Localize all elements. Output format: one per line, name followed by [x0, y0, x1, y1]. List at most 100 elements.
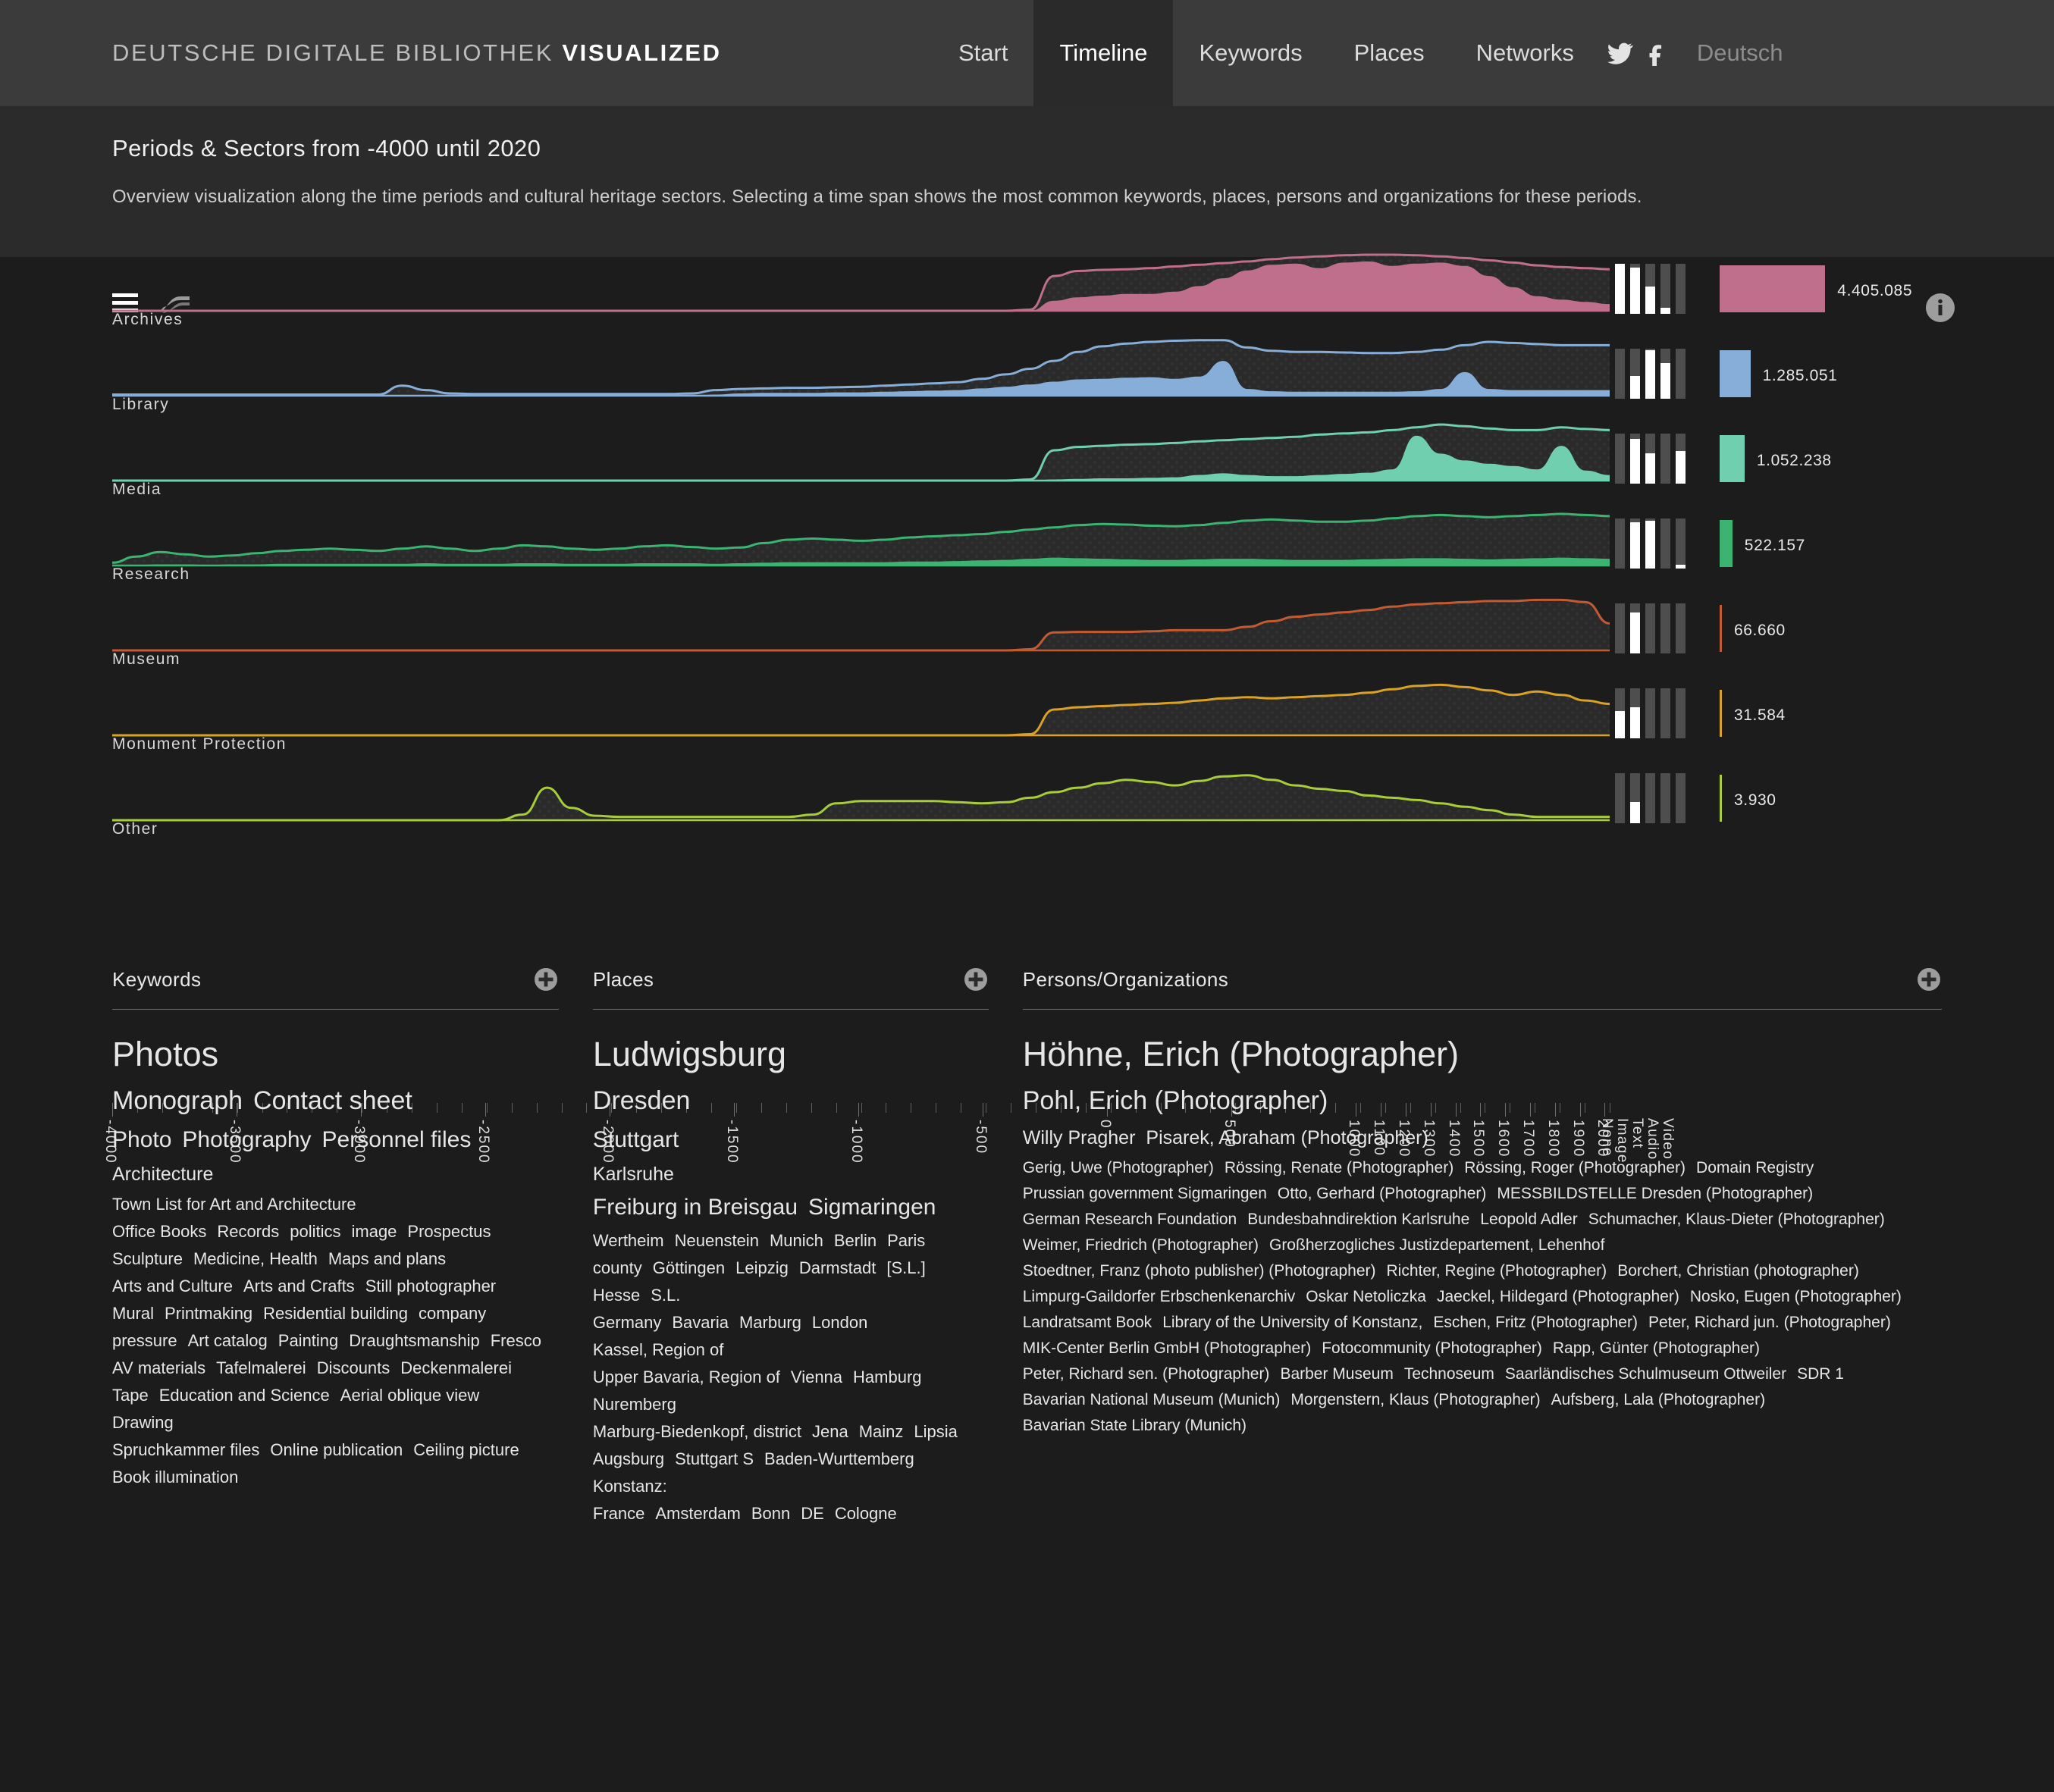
- tag-item[interactable]: S.L.: [651, 1287, 680, 1304]
- tag-item[interactable]: Art catalog: [188, 1333, 268, 1349]
- tag-item[interactable]: company: [419, 1305, 486, 1322]
- tag-item[interactable]: Book illumination: [112, 1469, 238, 1486]
- media-type-bar-image[interactable]: [1630, 434, 1640, 484]
- tag-item[interactable]: Bundesbahndirektion Karlsruhe: [1247, 1211, 1469, 1227]
- tag-item[interactable]: Deckenmalerei: [400, 1360, 512, 1377]
- tag-item[interactable]: Contact sheet: [253, 1088, 412, 1114]
- tag-item[interactable]: Baden-Wurttemberg: [764, 1451, 914, 1468]
- media-type-bar-image[interactable]: [1630, 688, 1640, 738]
- media-type-bar-video[interactable]: [1676, 603, 1686, 653]
- chart-series-row[interactable]: Monument Protection: [112, 676, 1610, 758]
- tag-item[interactable]: Ceiling picture: [413, 1442, 519, 1458]
- tag-item[interactable]: Stoedtner, Franz (photo publisher) (Phot…: [1023, 1263, 1376, 1279]
- tag-item[interactable]: Kassel, Region of: [593, 1342, 723, 1358]
- tag-item[interactable]: Fotocommunity (Photographer): [1322, 1340, 1542, 1356]
- tag-item[interactable]: Stuttgart: [593, 1129, 679, 1151]
- tag-item[interactable]: Town List for Art and Architecture: [112, 1196, 356, 1213]
- chart-series-row[interactable]: Research: [112, 506, 1610, 588]
- tag-item[interactable]: Saarländisches Schulmuseum Ottweiler: [1505, 1366, 1786, 1382]
- tag-item[interactable]: Dresden: [593, 1088, 691, 1114]
- tag-item[interactable]: Schumacher, Klaus-Dieter (Photographer): [1588, 1211, 1885, 1227]
- media-type-bar-text[interactable]: [1645, 518, 1655, 569]
- tag-item[interactable]: Photography: [182, 1129, 311, 1151]
- media-type-bar-image[interactable]: [1630, 349, 1640, 399]
- media-type-bar-text[interactable]: [1645, 349, 1655, 399]
- media-type-bar-none[interactable]: [1615, 434, 1625, 484]
- media-type-bar-audio[interactable]: [1660, 688, 1670, 738]
- tag-item[interactable]: Library of the University of Konstanz,: [1162, 1314, 1422, 1330]
- tag-item[interactable]: Otto, Gerhard (Photographer): [1278, 1186, 1486, 1201]
- tag-item[interactable]: Technoseum: [1404, 1366, 1494, 1382]
- media-type-bar-audio[interactable]: [1660, 518, 1670, 569]
- tag-item[interactable]: Leipzig: [735, 1260, 789, 1277]
- tag-item[interactable]: image: [352, 1223, 397, 1240]
- tag-item[interactable]: Oskar Netoliczka: [1306, 1289, 1426, 1305]
- tag-item[interactable]: Lipsia: [914, 1424, 957, 1440]
- tag-item[interactable]: Hesse: [593, 1287, 640, 1304]
- tag-item[interactable]: Vienna: [791, 1369, 842, 1386]
- tag-item[interactable]: Upper Bavaria, Region of: [593, 1369, 780, 1386]
- tag-item[interactable]: Architecture: [112, 1165, 213, 1184]
- media-type-bar-text[interactable]: [1645, 773, 1655, 823]
- tag-item[interactable]: Berlin: [834, 1233, 876, 1249]
- media-type-bar-video[interactable]: [1676, 518, 1686, 569]
- brand-logo[interactable]: DEUTSCHE DIGITALE BIBLIOTHEK VISUALIZED: [112, 39, 722, 67]
- tag-item[interactable]: Printmaking: [165, 1305, 252, 1322]
- media-type-bar-none[interactable]: [1615, 349, 1625, 399]
- facebook-icon[interactable]: [1648, 40, 1664, 66]
- chart-series-row[interactable]: Media: [112, 421, 1610, 503]
- language-switch[interactable]: Deutsch: [1671, 0, 1809, 106]
- tag-item[interactable]: Hamburg: [853, 1369, 921, 1386]
- tag-item[interactable]: MESSBILDSTELLE Dresden (Photographer): [1497, 1186, 1813, 1201]
- media-type-bar-text[interactable]: [1645, 688, 1655, 738]
- tag-item[interactable]: Arts and Crafts: [243, 1278, 355, 1295]
- tag-item[interactable]: Weimer, Friedrich (Photographer): [1023, 1237, 1259, 1253]
- media-type-bar-video[interactable]: [1676, 264, 1686, 314]
- tag-item[interactable]: Freiburg in Breisgau: [593, 1196, 798, 1219]
- media-type-bar-none[interactable]: [1615, 518, 1625, 569]
- total-bar[interactable]: [1720, 265, 1825, 312]
- tag-item[interactable]: Morgenstern, Klaus (Photographer): [1290, 1392, 1540, 1408]
- nav-item-timeline[interactable]: Timeline: [1033, 0, 1173, 106]
- tag-item[interactable]: Education and Science: [159, 1387, 330, 1404]
- chart-series-row[interactable]: Museum: [112, 591, 1610, 673]
- tag-item[interactable]: Cologne: [835, 1505, 897, 1522]
- stream-chart-canvas[interactable]: Archives4.405.085Library1.285.051Media1.…: [0, 258, 2054, 864]
- tag-item[interactable]: Barber Museum: [1280, 1366, 1393, 1382]
- tag-item[interactable]: Prospectus: [407, 1223, 491, 1240]
- tag-item[interactable]: Bavarian State Library (Munich): [1023, 1418, 1247, 1433]
- tag-item[interactable]: Peter, Richard jun. (Photographer): [1648, 1314, 1891, 1330]
- tag-item[interactable]: Amsterdam: [655, 1505, 740, 1522]
- tag-item[interactable]: Karlsruhe: [593, 1165, 674, 1184]
- tag-item[interactable]: Tape: [112, 1387, 149, 1404]
- tag-item[interactable]: Eschen, Fritz (Photographer): [1433, 1314, 1638, 1330]
- tag-item[interactable]: pressure: [112, 1333, 177, 1349]
- tag-item[interactable]: MIK-Center Berlin GmbH (Photographer): [1023, 1340, 1311, 1356]
- plus-circle-icon[interactable]: [963, 966, 989, 992]
- media-type-bar-none[interactable]: [1615, 773, 1625, 823]
- tag-item[interactable]: Aufsberg, Lala (Photographer): [1551, 1392, 1766, 1408]
- nav-item-places[interactable]: Places: [1328, 0, 1450, 106]
- plus-circle-icon[interactable]: [1916, 966, 1942, 992]
- tag-item[interactable]: Residential building: [263, 1305, 408, 1322]
- tag-item[interactable]: Rapp, Günter (Photographer): [1553, 1340, 1760, 1356]
- tag-item[interactable]: Darmstadt: [799, 1260, 876, 1277]
- tag-item[interactable]: Rössing, Roger (Photographer): [1464, 1160, 1686, 1176]
- media-type-bar-audio[interactable]: [1660, 264, 1670, 314]
- tag-item[interactable]: Stuttgart S: [675, 1451, 754, 1468]
- tag-item[interactable]: Konstanz:: [593, 1478, 667, 1495]
- tag-item[interactable]: Jena: [812, 1424, 848, 1440]
- tag-item[interactable]: Medicine, Health: [193, 1251, 318, 1267]
- total-bar[interactable]: [1720, 605, 1722, 652]
- media-type-bar-audio[interactable]: [1660, 773, 1670, 823]
- tag-item[interactable]: German Research Foundation: [1023, 1211, 1237, 1227]
- tag-item[interactable]: Willy Pragher: [1023, 1129, 1136, 1148]
- media-type-bar-none[interactable]: [1615, 688, 1625, 738]
- tag-item[interactable]: Arts and Culture: [112, 1278, 233, 1295]
- tag-item[interactable]: Augsburg: [593, 1451, 664, 1468]
- tag-item[interactable]: Richter, Regine (Photographer): [1387, 1263, 1607, 1279]
- twitter-link[interactable]: [1600, 0, 1641, 106]
- tag-item[interactable]: Leopold Adler: [1480, 1211, 1577, 1227]
- media-type-bar-text[interactable]: [1645, 434, 1655, 484]
- tag-item[interactable]: Gerig, Uwe (Photographer): [1023, 1160, 1214, 1176]
